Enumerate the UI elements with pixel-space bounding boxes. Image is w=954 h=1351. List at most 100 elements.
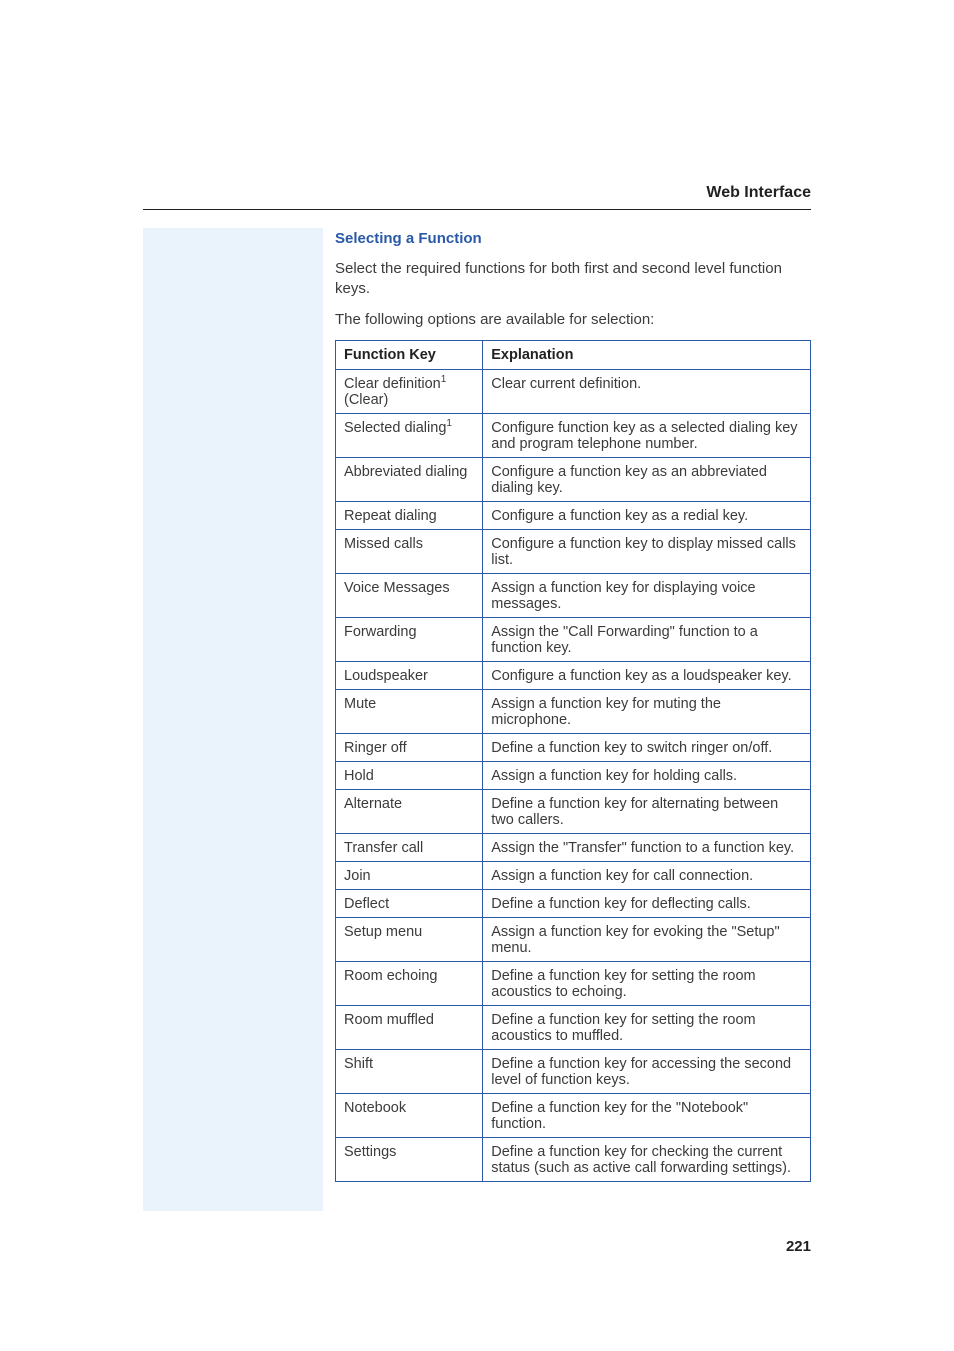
function-key-name: Setup menu (344, 924, 422, 940)
function-key-name: Abbreviated dialing (344, 464, 467, 480)
function-key-name: Missed calls (344, 536, 423, 552)
running-header: Web Interface (706, 184, 811, 202)
intro-paragraph-1: Select the required functions for both f… (335, 259, 811, 300)
cell-function-key: Hold (336, 761, 483, 789)
function-key-name: Room echoing (344, 968, 438, 984)
cell-explanation: Assign the "Transfer" function to a func… (483, 833, 811, 861)
function-key-name: Forwarding (344, 624, 417, 640)
function-key-name: Settings (344, 1144, 396, 1160)
left-gutter-band (143, 228, 323, 1211)
cell-explanation: Clear current definition. (483, 369, 811, 413)
function-key-name: Clear definition (344, 376, 441, 392)
table-row: Setup menu Assign a function key for evok… (336, 917, 811, 961)
cell-explanation: Define a function key for setting the ro… (483, 961, 811, 1005)
cell-explanation: Assign a function key for displaying voi… (483, 573, 811, 617)
table-row: Selected dialing1Configure function key … (336, 413, 811, 457)
table-row: Loudspeaker Configure a function key as a… (336, 661, 811, 689)
cell-explanation: Configure a function key as an abbreviat… (483, 457, 811, 501)
cell-function-key: Voice Messages (336, 573, 483, 617)
table-row: Shift Define a function key for accessing… (336, 1049, 811, 1093)
cell-explanation: Configure a function key to display miss… (483, 529, 811, 573)
cell-function-key: Ringer off (336, 733, 483, 761)
function-key-name: Hold (344, 768, 374, 784)
table-row: Notebook Define a function key for the "N… (336, 1093, 811, 1137)
cell-explanation: Define a function key for the "Notebook"… (483, 1093, 811, 1137)
table-row: Deflect Define a function key for deflect… (336, 889, 811, 917)
cell-explanation: Define a function key for setting the ro… (483, 1005, 811, 1049)
cell-function-key: Join (336, 861, 483, 889)
footnote-marker: 1 (441, 374, 447, 385)
function-key-name: Selected dialing (344, 420, 446, 436)
cell-function-key: Room muffled (336, 1005, 483, 1049)
page-number: 221 (786, 1238, 811, 1255)
cell-explanation: Assign a function key for evoking the "S… (483, 917, 811, 961)
table-row: Settings Define a function key for checki… (336, 1137, 811, 1181)
cell-function-key: Loudspeaker (336, 661, 483, 689)
cell-function-key: Transfer call (336, 833, 483, 861)
footnote-marker: 1 (446, 418, 452, 429)
function-key-name: Repeat dialing (344, 508, 437, 524)
table-row: Forwarding Assign the "Call Forwarding" f… (336, 617, 811, 661)
table-row: Repeat dialing Configure a function key a… (336, 501, 811, 529)
table-row: Alternate Define a function key for alter… (336, 789, 811, 833)
function-key-table: Function Key Explanation Clear definitio… (335, 340, 811, 1182)
function-key-name: Room muffled (344, 1012, 434, 1028)
table-row: Missed calls Configure a function key to … (336, 529, 811, 573)
function-key-name: Join (344, 868, 371, 884)
function-key-name: Voice Messages (344, 580, 450, 596)
cell-function-key: Repeat dialing (336, 501, 483, 529)
table-row: Room muffled Define a function key for se… (336, 1005, 811, 1049)
function-key-name: Notebook (344, 1100, 406, 1116)
cell-function-key: Abbreviated dialing (336, 457, 483, 501)
table-row: Ringer off Define a function key to switc… (336, 733, 811, 761)
col-header-explanation: Explanation (483, 340, 811, 369)
cell-explanation: Configure function key as a selected dia… (483, 413, 811, 457)
section-subheading: Selecting a Function (335, 230, 811, 247)
cell-explanation: Define a function key to switch ringer o… (483, 733, 811, 761)
table-row: Voice Messages Assign a function key for … (336, 573, 811, 617)
intro-paragraph-2: The following options are available for … (335, 310, 811, 330)
table-row: Clear definition1 (Clear) Clear current de… (336, 369, 811, 413)
table-header-row: Function Key Explanation (336, 340, 811, 369)
cell-function-key: Shift (336, 1049, 483, 1093)
function-key-name: Mute (344, 696, 376, 712)
cell-function-key: Setup menu (336, 917, 483, 961)
cell-explanation: Assign a function key for muting the mic… (483, 689, 811, 733)
function-key-name: Alternate (344, 796, 402, 812)
cell-function-key: Deflect (336, 889, 483, 917)
cell-explanation: Assign a function key for holding calls. (483, 761, 811, 789)
function-key-name: Ringer off (344, 740, 407, 756)
cell-explanation: Define a function key for accessing the … (483, 1049, 811, 1093)
cell-function-key: Room echoing (336, 961, 483, 1005)
function-key-suffix: (Clear) (344, 392, 388, 408)
table-row: Hold Assign a function key for holding ca… (336, 761, 811, 789)
cell-function-key: Mute (336, 689, 483, 733)
content-column: Selecting a Function Select the required… (335, 228, 811, 1182)
function-key-name: Loudspeaker (344, 668, 428, 684)
cell-function-key: Settings (336, 1137, 483, 1181)
table-row: Transfer call Assign the "Transfer" funct… (336, 833, 811, 861)
cell-explanation: Assign a function key for call connectio… (483, 861, 811, 889)
page: Web Interface Selecting a Function Selec… (0, 0, 954, 1351)
table-row: Join Assign a function key for call conne… (336, 861, 811, 889)
col-header-function-key: Function Key (336, 340, 483, 369)
cell-function-key: Missed calls (336, 529, 483, 573)
cell-explanation: Configure a function key as a redial key… (483, 501, 811, 529)
cell-explanation: Define a function key for deflecting cal… (483, 889, 811, 917)
cell-function-key: Notebook (336, 1093, 483, 1137)
function-key-name: Deflect (344, 896, 389, 912)
function-key-name: Shift (344, 1056, 373, 1072)
function-key-name: Transfer call (344, 840, 423, 856)
cell-explanation: Configure a function key as a loudspeake… (483, 661, 811, 689)
cell-explanation: Assign the "Call Forwarding" function to… (483, 617, 811, 661)
header-rule (143, 209, 811, 210)
cell-explanation: Define a function key for alternating be… (483, 789, 811, 833)
cell-function-key: Forwarding (336, 617, 483, 661)
cell-function-key: Clear definition1 (Clear) (336, 369, 483, 413)
table-row: Abbreviated dialing Configure a function … (336, 457, 811, 501)
cell-function-key: Alternate (336, 789, 483, 833)
table-row: Mute Assign a function key for muting the… (336, 689, 811, 733)
table-row: Room echoing Define a function key for se… (336, 961, 811, 1005)
cell-explanation: Define a function key for checking the c… (483, 1137, 811, 1181)
cell-function-key: Selected dialing1 (336, 413, 483, 457)
